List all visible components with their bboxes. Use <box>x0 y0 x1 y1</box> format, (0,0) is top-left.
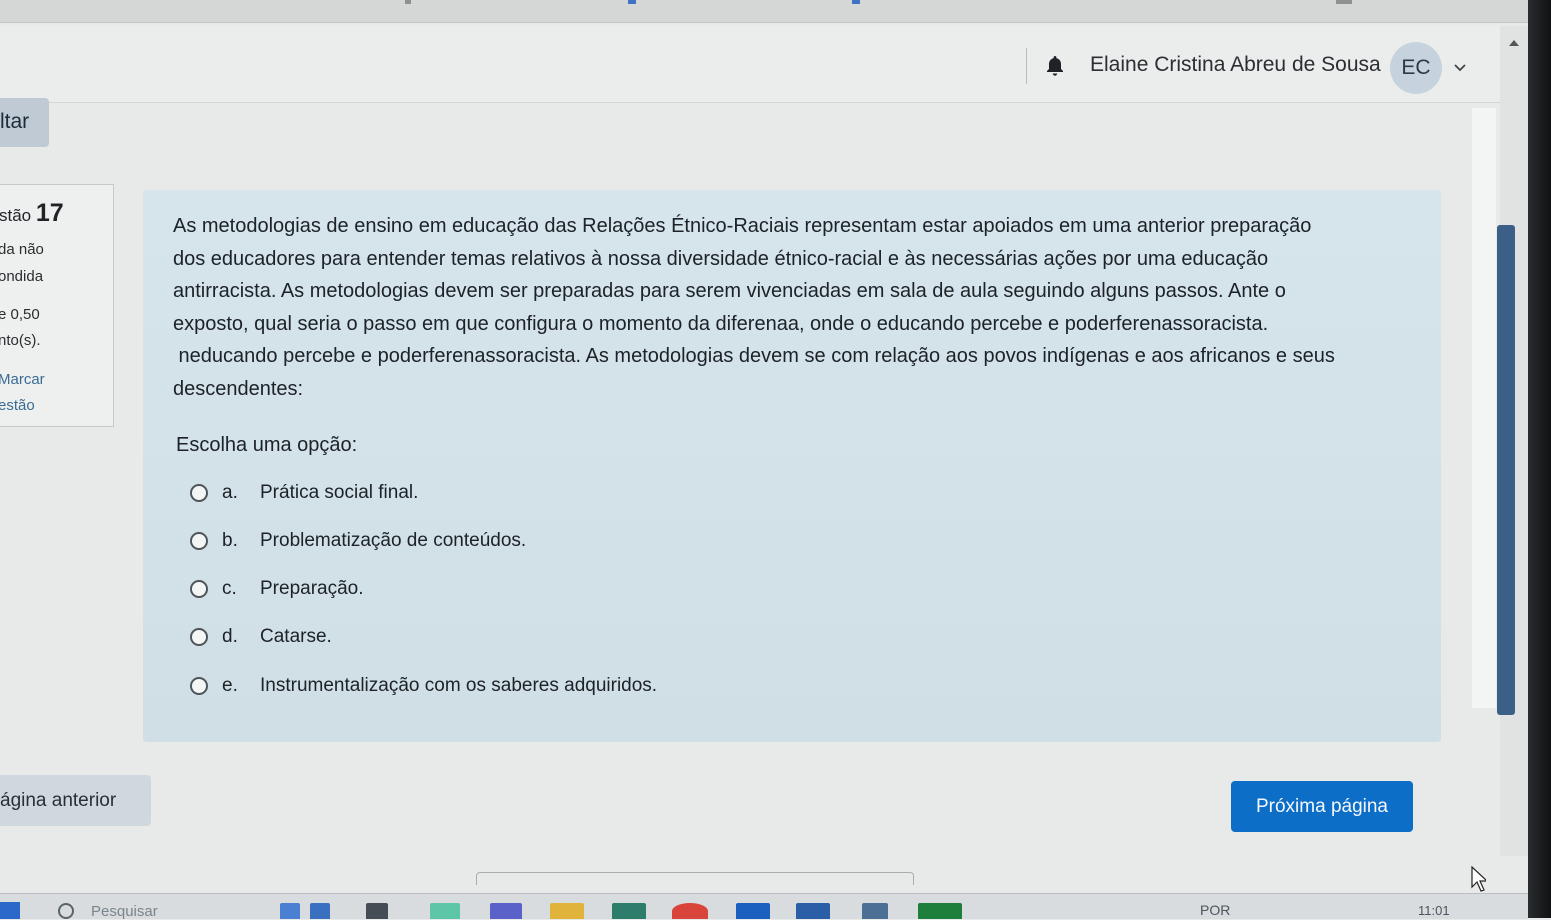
option-text[interactable]: Prática social final. <box>260 482 418 504</box>
chrome-icon[interactable] <box>672 903 708 919</box>
word-icon[interactable] <box>796 903 830 919</box>
option-e[interactable]: e. Instrumentalização com os saberes adq… <box>190 671 657 701</box>
app-icon[interactable] <box>736 903 770 919</box>
back-button[interactable]: ltar <box>0 98 49 147</box>
content-edge <box>1472 108 1496 708</box>
option-text[interactable]: Preparação. <box>260 578 364 600</box>
footer-frame <box>476 872 914 885</box>
option-letter: c. <box>222 578 237 599</box>
tab-divider <box>405 0 411 4</box>
question-number: 17 <box>35 199 64 227</box>
os-taskbar: Pesquisar POR 11:01 <box>0 893 1528 920</box>
question-score-2: nto(s). <box>0 332 41 349</box>
question-line: neducando percebe e poderferenassoracist… <box>173 345 1335 367</box>
start-button-icon[interactable] <box>0 902 20 919</box>
tab-favicon <box>852 0 860 4</box>
search-icon[interactable] <box>58 903 74 919</box>
scroll-up-arrow-icon[interactable] <box>1509 40 1519 46</box>
taskview-icon[interactable] <box>366 903 388 919</box>
mouse-cursor-icon <box>1471 866 1486 892</box>
avatar[interactable]: EC <box>1390 42 1442 94</box>
taskbar-search-input[interactable]: Pesquisar <box>91 903 158 920</box>
widgets-icon[interactable] <box>280 903 300 919</box>
option-letter: a. <box>222 482 238 503</box>
previous-page-button[interactable]: ágina anterior <box>0 775 151 826</box>
navbar-divider <box>1026 48 1027 84</box>
flag-question-link-2[interactable]: estão <box>0 397 35 414</box>
option-c[interactable]: c. Preparação. <box>190 574 364 604</box>
bookmarks-icon <box>1336 0 1352 4</box>
screen-bezel <box>1528 0 1551 918</box>
option-text[interactable]: Instrumentalização com os saberes adquir… <box>260 675 657 697</box>
browser-tab-strip <box>0 0 1528 23</box>
question-line: descendentes: <box>173 377 304 400</box>
store-icon[interactable] <box>612 903 646 919</box>
radio-button[interactable] <box>190 677 208 695</box>
radio-button[interactable] <box>190 580 208 598</box>
teams-icon[interactable] <box>490 903 522 919</box>
top-navbar: Elaine Cristina Abreu de Sousa EC <box>0 26 1500 103</box>
bell-icon[interactable] <box>1043 54 1067 78</box>
tab-favicon <box>628 0 636 4</box>
answer-prompt: Escolha uma opção: <box>176 434 358 456</box>
question-line: exposto, qual seria o passo em que confi… <box>173 312 1269 335</box>
pen-app-icon[interactable] <box>310 903 330 919</box>
question-line: dos educadores para entender temas relat… <box>173 247 1269 270</box>
question-line: As metodologias de ensino em educação da… <box>173 215 1312 237</box>
question-status: da não <box>0 241 44 258</box>
next-page-button[interactable]: Próxima página <box>1231 781 1413 832</box>
radio-button[interactable] <box>190 484 208 502</box>
option-text[interactable]: Catarse. <box>260 626 332 648</box>
option-b[interactable]: b. Problematização de conteúdos. <box>190 526 526 556</box>
question-score: e 0,50 <box>0 306 40 323</box>
file-explorer-icon[interactable] <box>550 903 584 919</box>
option-letter: d. <box>222 626 238 647</box>
scrollbar-thumb[interactable] <box>1497 225 1515 715</box>
option-text[interactable]: Problematização de conteúdos. <box>260 530 526 552</box>
chevron-down-icon[interactable] <box>1452 59 1468 75</box>
option-d[interactable]: d. Catarse. <box>190 622 332 652</box>
question-info-card: stão 17 da não ondida e 0,50 nto(s). Mar… <box>0 184 114 427</box>
edge-browser-icon[interactable] <box>430 903 460 919</box>
question-text: As metodologias de ensino em educação da… <box>173 210 1413 405</box>
radio-button[interactable] <box>190 628 208 646</box>
language-indicator[interactable]: POR <box>1200 902 1230 918</box>
flag-question-link[interactable]: Marcar <box>0 371 45 388</box>
user-name[interactable]: Elaine Cristina Abreu de Sousa <box>1090 53 1381 77</box>
option-letter: b. <box>222 530 238 551</box>
calendar-icon[interactable] <box>862 903 888 919</box>
question-status-2: ondida <box>0 268 44 285</box>
option-letter: e. <box>222 675 238 696</box>
radio-button[interactable] <box>190 532 208 550</box>
question-line: antirracista. As metodologias devem ser … <box>173 280 1286 302</box>
excel-icon[interactable] <box>918 903 962 919</box>
question-number-label: stão 17 <box>0 199 64 227</box>
option-a[interactable]: a. Prática social final. <box>190 478 418 508</box>
taskbar-clock[interactable]: 11:01 <box>1418 903 1450 918</box>
